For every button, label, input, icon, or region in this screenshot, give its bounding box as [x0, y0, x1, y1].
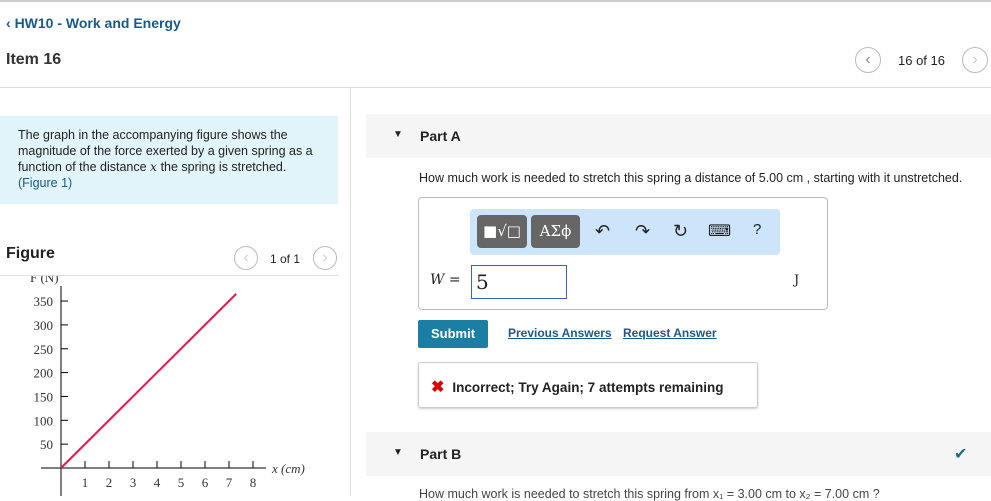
greek-symbols-button[interactable]: ΑΣϕ	[531, 215, 580, 248]
x-tick-label: 3	[130, 475, 137, 490]
submit-button[interactable]: Submit	[418, 320, 488, 348]
redo-icon[interactable]: ↷	[635, 221, 650, 242]
y-axis-label: F (N)	[30, 276, 59, 285]
figure-next-button[interactable]: ›	[313, 246, 337, 270]
intro-text2: the spring is stretched.	[157, 160, 287, 174]
collapse-triangle-icon: ▼	[393, 129, 403, 140]
y-tick-label: 50	[40, 437, 53, 452]
y-tick-label: 100	[34, 413, 54, 428]
keyboard-icon[interactable]: ⌨	[708, 221, 731, 241]
undo-icon[interactable]: ↶	[595, 221, 610, 242]
figure-title: Figure	[6, 245, 55, 262]
request-answer-link[interactable]: Request Answer	[623, 326, 717, 340]
y-tick-label: 200	[34, 366, 54, 381]
item-pager: 16 of 16	[898, 53, 945, 68]
variable-label: W =	[430, 272, 461, 288]
part-b-header[interactable]: ▼ Part B ✔	[366, 432, 991, 476]
x-tick-label: 7	[226, 475, 233, 490]
collapse-triangle-icon: ▼	[393, 447, 403, 458]
feedback-message: ✖ Incorrect; Try Again; 7 attempts remain…	[418, 362, 758, 408]
y-tick-label: 300	[34, 318, 54, 333]
x-tick-label: 5	[178, 475, 185, 490]
x-tick-label: 6	[202, 475, 209, 490]
unit-label: J	[794, 273, 800, 288]
part-a-header[interactable]: ▼ Part A	[366, 114, 991, 158]
x-tick-label: 1	[82, 475, 89, 490]
divider-vertical	[350, 88, 351, 496]
error-x-icon: ✖	[431, 379, 445, 396]
part-b-label: Part B	[420, 446, 462, 462]
reset-icon[interactable]: ↻	[673, 221, 688, 242]
series-line	[60, 293, 237, 469]
force-chart: F (N) x (cm) 1 2 3 4 5 6 7 8 50 100 150 200 250 300 35…	[30, 276, 305, 496]
figure-prev-button[interactable]: ‹	[234, 246, 258, 270]
x-tick-label: 2	[106, 475, 113, 490]
x-axis-label: x (cm)	[271, 461, 305, 476]
divider	[0, 87, 991, 88]
x-tick-label: 8	[250, 475, 257, 490]
problem-intro: The graph in the accompanying figure sho…	[0, 116, 338, 204]
y-tick-label: 250	[34, 342, 54, 357]
help-button[interactable]: ?	[753, 221, 761, 238]
back-label: HW10 - Work and Energy	[14, 15, 181, 31]
y-tick-label: 150	[34, 389, 54, 404]
back-link[interactable]: ‹ HW10 - Work and Energy	[6, 15, 181, 31]
check-icon: ✔	[954, 446, 968, 463]
figure-link[interactable]: (Figure 1)	[18, 176, 72, 190]
part-a-label: Part A	[420, 128, 461, 144]
feedback-text: Incorrect; Try Again; 7 attempts remaini…	[452, 380, 724, 395]
next-item-button[interactable]: ›	[962, 47, 988, 73]
top-border	[0, 0, 991, 2]
previous-answers-link[interactable]: Previous Answers	[508, 326, 612, 340]
templates-button[interactable]: ■√□	[477, 215, 527, 248]
part-b-question: How much work is needed to stretch this …	[419, 487, 880, 501]
prev-item-button[interactable]: ‹	[855, 47, 881, 73]
answer-input[interactable]: 5	[471, 265, 567, 299]
figure-pager: 1 of 1	[270, 252, 301, 266]
part-a-question: How much work is needed to stretch this …	[419, 171, 963, 185]
math-toolbar: ■√□ ΑΣϕ ↶ ↷ ↻ ⌨ ?	[470, 209, 780, 255]
x-tick-label: 4	[154, 475, 161, 490]
y-tick-label: 350	[34, 294, 54, 309]
item-title: Item 16	[6, 51, 62, 68]
